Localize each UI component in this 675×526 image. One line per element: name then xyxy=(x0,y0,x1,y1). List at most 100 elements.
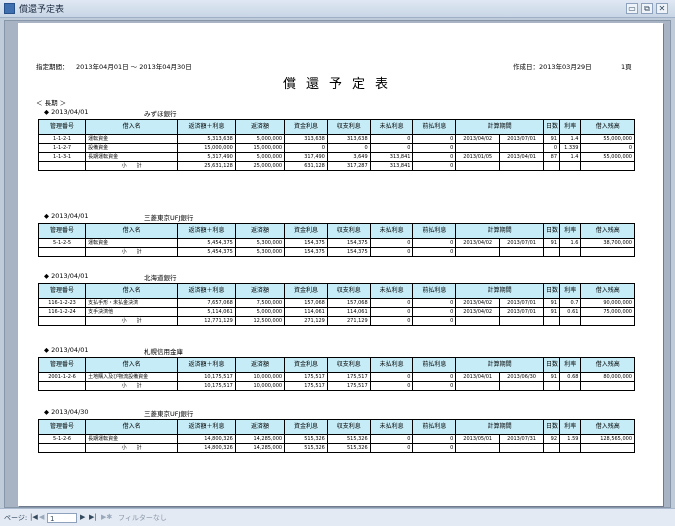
column-header: 借入残高 xyxy=(580,223,635,239)
table-cell: 116-1-2-24 xyxy=(37,307,87,317)
navigation-bar: ページ: |◀ ◀ 1 ▶ ▶| ▶✱ フィルターなし xyxy=(0,508,675,526)
table-cell: 157,068 xyxy=(326,298,371,308)
column-header: 管理番号 xyxy=(37,223,87,239)
table-cell: 114,061 xyxy=(284,307,328,317)
table-cell: 87 xyxy=(542,152,561,162)
table-cell xyxy=(455,143,501,153)
column-header: 収支利息 xyxy=(326,419,371,435)
column-header: 日数 xyxy=(542,223,561,239)
subtotal-empty xyxy=(455,161,501,171)
column-header: 借入名 xyxy=(85,283,179,299)
column-header: 収支利息 xyxy=(326,119,371,135)
next-page-button[interactable]: ▶ xyxy=(80,513,85,521)
table-cell: 2013/07/01 xyxy=(499,307,544,317)
column-header: 管理番号 xyxy=(37,119,87,135)
column-header: 返済額＋利息 xyxy=(177,283,236,299)
table-cell: 157,068 xyxy=(284,298,328,308)
subtotal-empty xyxy=(542,443,561,453)
table-cell: 0 xyxy=(326,143,371,153)
column-header: 利率 xyxy=(559,223,582,239)
window-title: 償還予定表 xyxy=(19,5,65,15)
new-record-button[interactable]: ▶✱ xyxy=(101,513,112,521)
repayment-table: 管理番号 借入名 返済額＋利息 返済額 資金利息 収支利息 未払利息 前払利息 計算期間 日数 利率… xyxy=(37,119,635,171)
subtotal-empty xyxy=(542,247,561,257)
report-app-icon xyxy=(4,3,15,14)
table-row: 5-1-2-6 長期運転資金 14,800,326 14,285,000 515,326… xyxy=(37,434,635,444)
report-title: 償還予定表 xyxy=(282,77,398,92)
column-header: 計算期間 xyxy=(455,119,544,135)
table-cell: 2013/05/01 xyxy=(455,434,501,444)
subtotal-empty xyxy=(580,443,635,453)
table-cell: 5,000,000 xyxy=(234,307,286,317)
subtotal-cell: 25,000,000 xyxy=(234,161,286,171)
column-header: 借入名 xyxy=(85,119,179,135)
column-header: 未払利息 xyxy=(369,119,414,135)
subtotal-cell: 317,287 xyxy=(326,161,371,171)
table-cell: 91 xyxy=(542,134,561,144)
column-header: 借入残高 xyxy=(580,119,635,135)
subtotal-empty xyxy=(559,443,582,453)
report-viewport[interactable]: 指定期間： 2013年04月01日 ～ 2013年04月30日 作成日： 201… xyxy=(4,20,671,508)
table-cell: 15,000,000 xyxy=(234,143,286,153)
subtotal-label: 小 計 xyxy=(85,381,179,391)
table-cell: 0 xyxy=(412,298,457,308)
subtotal-row: 小 計 14,800,326 14,285,000 515,326 515,326 0 0 xyxy=(37,443,635,453)
table-cell: 116-1-2-23 xyxy=(37,298,87,308)
table-cell: 91 xyxy=(542,372,561,382)
table-cell: 175,517 xyxy=(284,372,328,382)
column-header: 利率 xyxy=(559,419,582,435)
subtotal-cell: 271,129 xyxy=(284,316,328,326)
table-row: 1-1-2-1 運転資金 5,313,638 5,000,000 313,638 313,… xyxy=(37,134,635,144)
section-header: ◆ 2013/04/30 三菱東京UFJ銀行 xyxy=(38,407,638,418)
subtotal-cell: 0 xyxy=(412,443,457,453)
subtotal-cell: 0 xyxy=(412,316,457,326)
minimize-button[interactable]: ▭ xyxy=(626,3,638,14)
subtotal-blank xyxy=(37,316,87,326)
subtotal-cell: 154,375 xyxy=(284,247,328,257)
table-cell: 92 xyxy=(542,434,561,444)
subtotal-cell: 12,500,000 xyxy=(234,316,286,326)
column-header: 日数 xyxy=(542,357,561,373)
subtotal-empty xyxy=(499,247,544,257)
filter-status[interactable]: フィルターなし xyxy=(118,513,167,523)
last-page-button[interactable]: ▶| xyxy=(89,513,97,521)
table-cell: 317,490 xyxy=(284,152,328,162)
subtotal-cell: 10,000,000 xyxy=(234,381,286,391)
subtotal-row: 小 計 5,454,375 5,300,000 154,375 154,375 0 0 xyxy=(37,247,635,257)
table-row: 1-1-2-7 設備資金 15,000,000 15,000,000 0 0 0 0 0 1.33… xyxy=(37,143,635,153)
subtotal-label: 小 計 xyxy=(85,316,179,326)
subtotal-empty xyxy=(580,247,635,257)
table-cell: 91 xyxy=(542,298,561,308)
bank-name: 三菱東京UFJ銀行 xyxy=(144,410,194,418)
table-cell: 7,657,068 xyxy=(177,298,236,308)
column-header: 返済額＋利息 xyxy=(177,119,236,135)
subtotal-label: 小 計 xyxy=(85,443,179,453)
first-page-button[interactable]: |◀ xyxy=(30,513,38,521)
period-value: 2013年04月01日 ～ 2013年04月30日 xyxy=(76,63,192,71)
column-header: 未払利息 xyxy=(369,223,414,239)
subtotal-cell: 0 xyxy=(369,247,414,257)
table-cell: 支手決済他 xyxy=(85,307,179,317)
table-cell: 2013/07/01 xyxy=(499,238,544,248)
column-header: 資金利息 xyxy=(284,357,328,373)
column-header: 利率 xyxy=(559,357,582,373)
table-cell: 0.68 xyxy=(559,372,582,382)
table-cell: 0 xyxy=(369,434,414,444)
subtotal-empty xyxy=(542,381,561,391)
column-header: 返済額 xyxy=(234,223,286,239)
prev-page-button[interactable]: ◀ xyxy=(39,513,44,521)
subtotal-empty xyxy=(499,316,544,326)
table-cell: 1.339 xyxy=(559,143,582,153)
table-cell: 1-1-3-1 xyxy=(37,152,87,162)
table-row: 116-1-2-24 支手決済他 5,114,061 5,000,000 114,061… xyxy=(37,307,635,317)
close-button[interactable]: ✕ xyxy=(656,3,668,14)
subtotal-empty xyxy=(499,443,544,453)
column-header: 返済額 xyxy=(234,419,286,435)
table-cell: 154,375 xyxy=(284,238,328,248)
subtotal-row: 小 計 10,175,517 10,000,000 175,517 175,517 0 0 xyxy=(37,381,635,391)
table-cell: 2013/04/01 xyxy=(499,152,544,162)
table-cell: 2013/01/05 xyxy=(455,152,501,162)
restore-button[interactable]: ⧉ xyxy=(641,3,653,14)
column-header: 計算期間 xyxy=(455,357,544,373)
page-number-input[interactable]: 1 xyxy=(47,513,77,523)
